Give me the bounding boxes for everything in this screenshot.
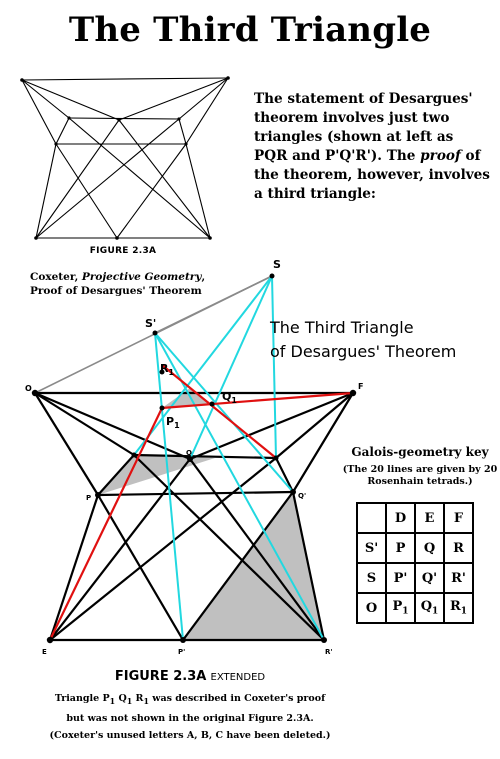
key-q1-base: Q [420,599,433,615]
key-subtitle: (The 20 lines are given by 20 Rosenhain … [342,464,498,487]
key-cell: Q' [414,562,445,594]
key-cell: R1 [443,592,474,624]
figure-title: The Third Triangle of Desargues' Theorem [270,316,490,364]
key-r1-base: R [449,599,461,615]
key-cell: S' [356,532,387,564]
label-Q1-sub: 1 [231,396,237,405]
key-cell: O [356,592,387,624]
figure-title-line1: The Third Triangle [270,318,414,337]
key-q1-sub: 1 [432,606,439,617]
key-r1-sub: 1 [460,606,468,617]
key-cell [356,502,387,534]
label-S: S [273,258,281,271]
label-P: P [86,494,91,502]
label-F: F [358,382,363,391]
note-line1-post: was described in Coxeter's proof [148,693,326,704]
key-title: Galois-geometry key [351,445,489,459]
note-line1-mid1: Q [115,693,127,704]
label-S-prime: S' [145,317,156,330]
figure-caption: FIGURE 2.3A EXTENDED [60,669,320,684]
figure-caption-label: FIGURE 2.3A [114,669,207,684]
key-cell: Q [414,532,445,564]
label-P1-base: P [166,415,174,428]
key-cell: Q1 [414,592,445,624]
label-Q: Q [186,449,192,457]
key-cell: F [443,502,474,534]
note-line3: (Coxeter's unused letters A, B, C have b… [49,729,331,741]
key-cell: P' [385,562,416,594]
label-E: E [42,648,47,656]
label-P-prime: P' [178,648,185,656]
table-row: O P1 Q1 R1 [356,592,474,624]
label-Q-prime: Q' [298,492,306,500]
galois-key-table: D E F S' P Q R S P' Q' R' O P1 Q1 R1 [356,502,474,624]
key-cell: R [443,532,474,564]
key-p1-base: P [392,599,403,615]
table-row: D E F [356,502,474,534]
label-P1: P1 [166,415,180,430]
key-cell: P1 [385,592,416,624]
key-cell: R' [443,562,474,594]
note-line2: but was not shown in the original Figure… [66,712,314,724]
figure-title-line2: of Desargues' Theorem [270,342,457,361]
key-cell: P [385,532,416,564]
label-O: O [25,384,32,393]
key-cell: S [356,562,387,594]
table-row: S' P Q R [356,532,474,564]
label-Q1-base: Q [222,390,231,403]
label-P1-sub: 1 [174,421,180,430]
note-line1-pre: Triangle P [54,693,110,704]
key-cell: D [385,502,416,534]
figure-caption-extended: EXTENDED [210,672,266,683]
label-R-prime: R' [325,648,333,656]
shaded-triangle-right [183,492,324,640]
figure-note: Triangle P1 Q1 R1 was described in Coxet… [20,690,360,744]
key-p1-sub: 1 [402,606,409,617]
note-line1-mid2: R [132,693,144,704]
key-cell: E [414,502,445,534]
label-R1-sub: 1 [168,368,174,377]
table-row: S P' Q' R' [356,562,474,594]
